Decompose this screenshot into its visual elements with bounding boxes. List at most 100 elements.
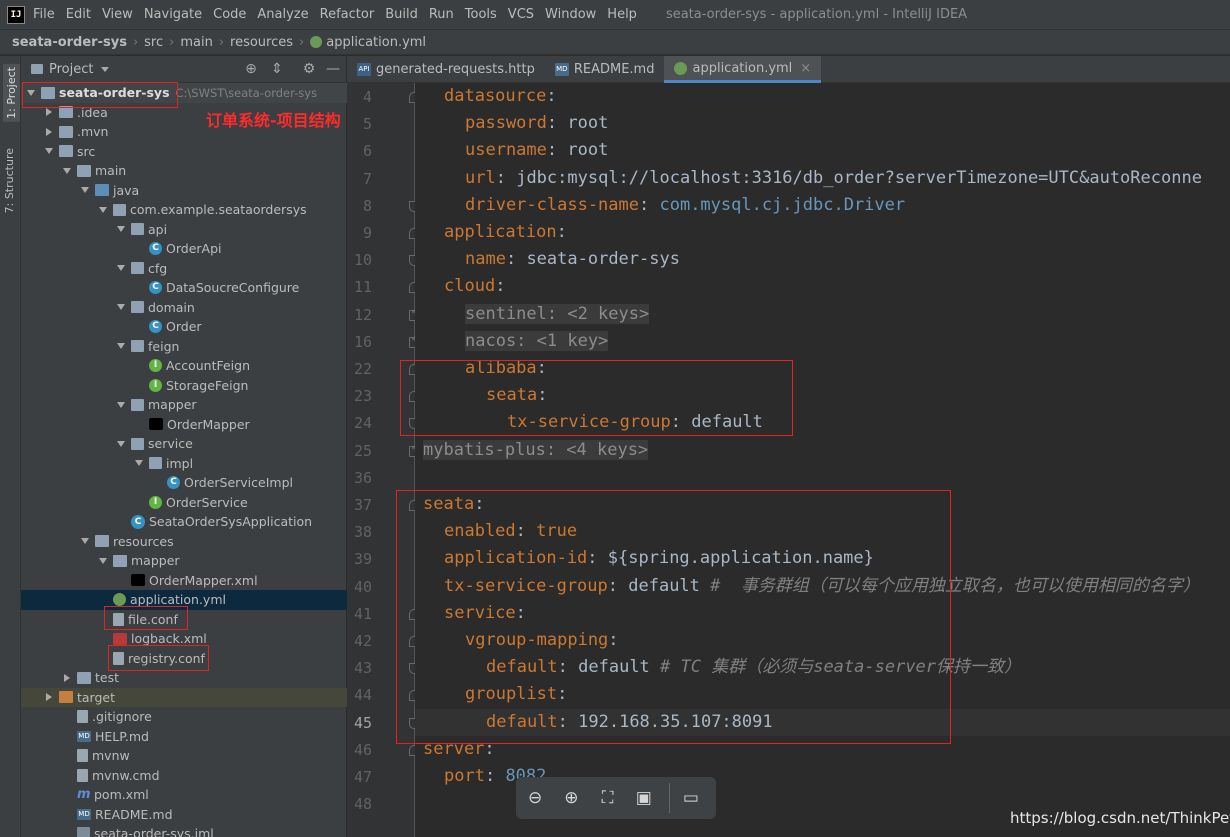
structure-tool-tab[interactable]: 7: Structure: [3, 148, 16, 213]
tree-item[interactable]: resources: [21, 532, 347, 552]
chevron-down-icon[interactable]: [44, 146, 54, 156]
breadcrumb-item[interactable]: seata-order-sys: [12, 35, 127, 50]
tree-item[interactable]: m pom.xml: [21, 785, 347, 805]
tree-item[interactable]: mapper: [21, 395, 347, 415]
menu-navigate[interactable]: Navigate: [144, 7, 202, 22]
tree-item[interactable]: src: [21, 142, 347, 162]
line-number: 46: [353, 740, 372, 759]
chevron-down-icon[interactable]: [98, 556, 108, 566]
breadcrumb-item[interactable]: resources: [230, 35, 293, 50]
tree-item[interactable]: C OrderApi: [21, 239, 347, 259]
chevron-right-icon[interactable]: [44, 692, 54, 702]
collapse-all-icon[interactable]: ⇕: [269, 61, 285, 77]
menu-refactor[interactable]: Refactor: [320, 7, 375, 22]
tree-item[interactable]: mvnw.cmd: [21, 766, 347, 786]
chevron-right-icon[interactable]: [44, 107, 54, 117]
root-module-path: C:\SWST\seata-order-sys: [175, 85, 318, 100]
yml-file-icon: [674, 61, 688, 75]
tree-item[interactable]: .gitignore: [21, 707, 347, 727]
toolbar-divider: [668, 783, 670, 813]
tree-item[interactable]: feign: [21, 337, 347, 357]
tree-item[interactable]: seata-order-sys.iml: [21, 824, 347, 837]
chevron-down-icon[interactable]: [116, 341, 126, 351]
editor-tab[interactable]: MD README.md: [545, 56, 665, 83]
menu-window[interactable]: Window: [545, 7, 596, 22]
menu-file[interactable]: File: [33, 7, 55, 22]
project-view-selector[interactable]: Project: [49, 62, 93, 77]
tree-item[interactable]: service: [21, 434, 347, 454]
tree-item[interactable]: C OrderServiceImpl: [21, 473, 347, 493]
line-number: 42: [353, 632, 372, 650]
gear-icon[interactable]: ⚙: [301, 61, 317, 77]
tree-item[interactable]: OrderMapper.xml: [21, 571, 347, 591]
folded-region[interactable]: mybatis-plus: <4 keys>: [423, 439, 649, 460]
yaml-separator: :: [495, 167, 517, 188]
chevron-down-icon[interactable]: [116, 302, 126, 312]
annotation-box-seata: [396, 490, 951, 744]
chevron-down-icon[interactable]: [116, 439, 126, 449]
breadcrumb-item[interactable]: src: [144, 35, 163, 50]
tree-item[interactable]: mapper: [21, 551, 347, 571]
zoom-in-icon[interactable]: ⊕: [560, 785, 582, 811]
chevron-down-icon[interactable]: [80, 185, 90, 195]
chevron-down-icon[interactable]: [116, 224, 126, 234]
menu-edit[interactable]: Edit: [66, 7, 91, 22]
tree-item[interactable]: C Order: [21, 317, 347, 337]
folded-region[interactable]: nacos: <1 key>: [465, 330, 609, 351]
tree-item-label: OrderServiceImpl: [184, 475, 293, 491]
menu-help[interactable]: Help: [607, 7, 637, 22]
close-icon[interactable]: ×: [800, 61, 811, 76]
present-icon[interactable]: ▣: [633, 785, 655, 811]
tree-item[interactable]: api: [21, 220, 347, 240]
menu-vcs[interactable]: VCS: [508, 7, 534, 22]
chevron-down-icon[interactable]: [134, 458, 144, 468]
minimize-panel-icon[interactable]: —: [325, 61, 341, 77]
breadcrumb-item[interactable]: application.yml: [326, 35, 426, 50]
menu-build[interactable]: Build: [385, 7, 418, 22]
chevron-down-icon[interactable]: [116, 400, 126, 410]
tree-item[interactable]: cfg: [21, 259, 347, 279]
chevron-down-icon[interactable]: [116, 263, 126, 273]
chevron-right-icon[interactable]: [62, 673, 72, 683]
chevron-down-icon[interactable]: [98, 205, 108, 215]
zoom-out-icon[interactable]: ⊖: [524, 785, 546, 811]
locate-file-icon[interactable]: ⊕: [243, 61, 259, 77]
chevron-down-icon[interactable]: [62, 166, 72, 176]
tree-item[interactable]: OrderMapper: [21, 415, 347, 435]
breadcrumb-item[interactable]: main: [180, 35, 212, 50]
editor-tab[interactable]: API generated-requests.http: [347, 56, 545, 83]
tree-item[interactable]: MD HELP.md: [21, 727, 347, 747]
menu-view[interactable]: View: [102, 7, 133, 22]
line-number: 48: [353, 795, 372, 814]
tree-item[interactable]: MD README.md: [21, 805, 347, 825]
menu-analyze[interactable]: Analyze: [257, 7, 308, 22]
tree-item[interactable]: com.example.seataordersys: [21, 200, 347, 220]
project-tool-tab[interactable]: 1: Project: [3, 64, 20, 122]
tree-item[interactable]: java: [21, 181, 347, 201]
tree-item[interactable]: I OrderService: [21, 493, 347, 513]
tree-item[interactable]: domain: [21, 298, 347, 318]
tree-item[interactable]: main: [21, 161, 347, 181]
chevron-right-icon[interactable]: [44, 127, 54, 137]
tree-item[interactable]: impl: [21, 454, 347, 474]
tree-item[interactable]: I StorageFeign: [21, 376, 347, 396]
tree-item[interactable]: I AccountFeign: [21, 356, 347, 376]
chevron-down-icon[interactable]: [80, 536, 90, 546]
line-number: 47: [353, 768, 372, 786]
menu-run[interactable]: Run: [429, 7, 454, 22]
comment-icon[interactable]: ▭: [680, 785, 702, 811]
editor-tab[interactable]: application.yml ×: [664, 56, 822, 83]
tree-item[interactable]: target: [21, 687, 347, 707]
fit-screen-icon[interactable]: ⛶: [596, 785, 618, 811]
tree-item[interactable]: C DataSoucreConfigure: [21, 278, 347, 298]
chevron-down-icon[interactable]: [101, 66, 110, 72]
tree-item-label: OrderApi: [166, 241, 222, 257]
menu-tools[interactable]: Tools: [465, 7, 497, 22]
menu-code[interactable]: Code: [213, 7, 246, 22]
folded-region[interactable]: sentinel: <2 keys>: [465, 303, 650, 324]
tree-item[interactable]: C SeataOrderSysApplication: [21, 512, 347, 532]
md-icon: MD: [77, 730, 91, 742]
tree-item[interactable]: mvnw: [21, 746, 347, 766]
